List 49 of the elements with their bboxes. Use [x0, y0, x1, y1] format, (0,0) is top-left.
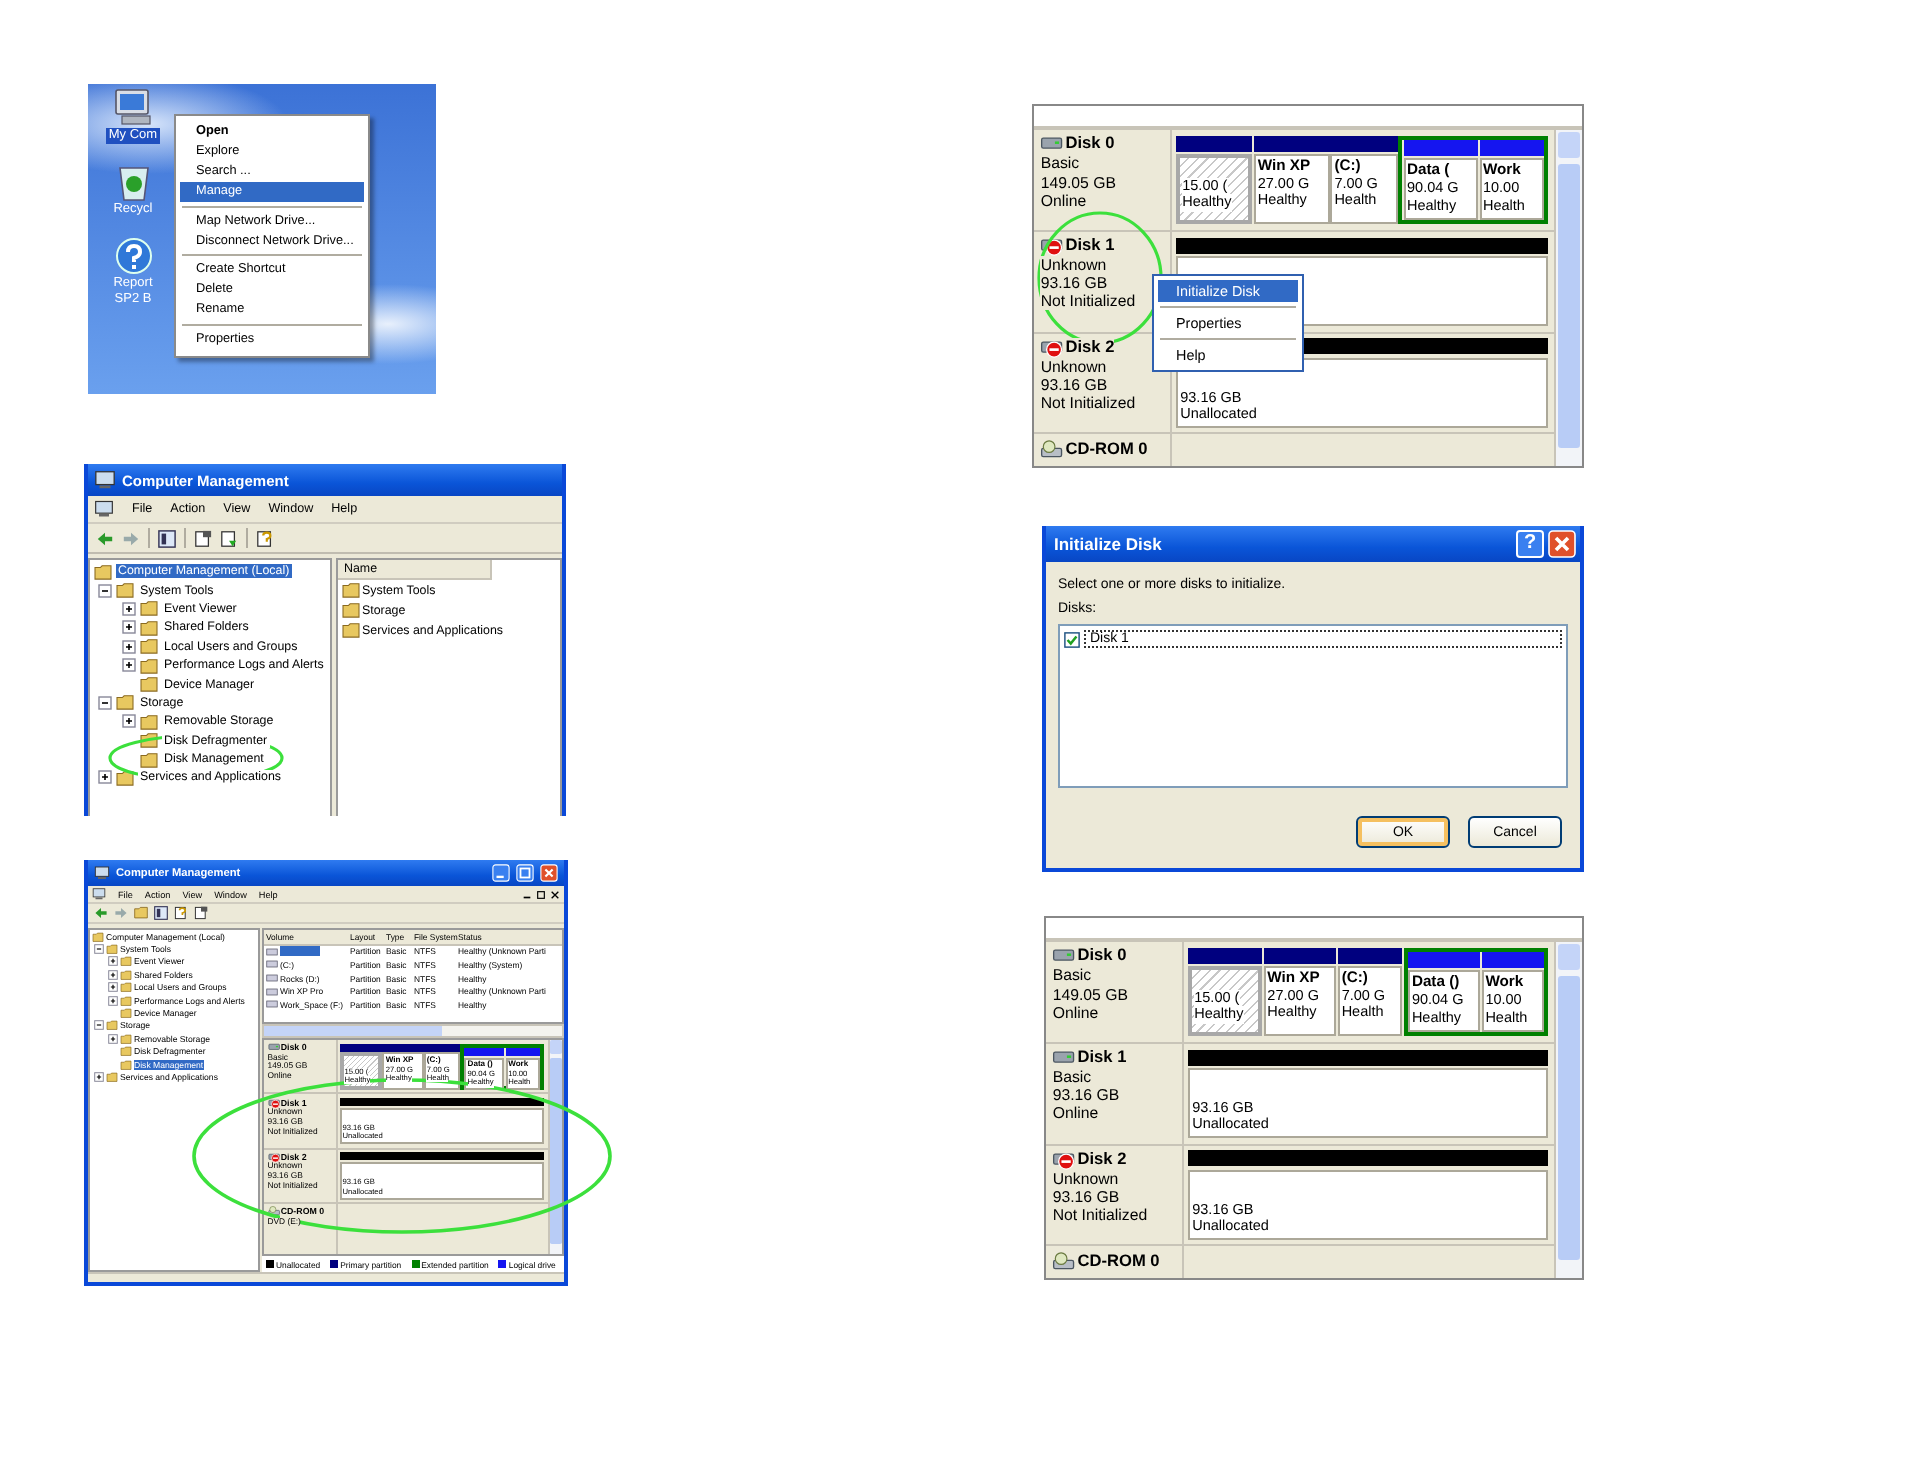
cd-drive-icon: [1052, 1251, 1076, 1272]
maximize-icon[interactable]: [516, 864, 534, 882]
expand-icon[interactable]: [108, 995, 118, 1006]
help-button[interactable]: ?: [1516, 530, 1544, 558]
drive-label[interactable]: CD-ROM 0: [1065, 439, 1148, 460]
disk-label[interactable]: Disk 1: [1077, 1048, 1127, 1069]
pane-toggle-icon[interactable]: [158, 529, 176, 547]
pane-toggle-icon[interactable]: [154, 906, 168, 920]
back-arrow-icon[interactable]: [94, 906, 108, 920]
help-icon[interactable]: [256, 529, 274, 547]
cd-drive-icon: [1040, 439, 1064, 460]
collapse-icon[interactable]: [98, 583, 112, 598]
disk-label[interactable]: Disk 0: [1077, 946, 1127, 967]
expand-icon[interactable]: [122, 639, 136, 654]
cd-drive-icon: [267, 1206, 280, 1218]
dialog-title: Initialize Disk: [1054, 534, 1162, 554]
help-icon[interactable]: [174, 906, 188, 920]
expand-icon[interactable]: [108, 969, 118, 980]
disk-label[interactable]: Disk 1: [1065, 236, 1115, 257]
expand-icon[interactable]: [94, 1071, 104, 1082]
disk-label[interactable]: Disk 2: [1065, 338, 1115, 359]
disk-label[interactable]: Disk 2: [1077, 1150, 1127, 1171]
scrollbar[interactable]: [262, 1024, 564, 1038]
expand-icon[interactable]: [108, 956, 118, 967]
computer-icon: [94, 866, 110, 880]
properties-icon[interactable]: [194, 906, 208, 920]
scrollbar[interactable]: [1553, 942, 1582, 1278]
properties-icon[interactable]: [194, 529, 212, 547]
computer-icon[interactable]: [92, 888, 106, 900]
drive-label[interactable]: CD-ROM 0: [1077, 1251, 1160, 1272]
back-arrow-icon[interactable]: [96, 529, 114, 547]
expand-icon[interactable]: [122, 620, 136, 635]
expand-icon[interactable]: [122, 714, 136, 729]
expand-icon[interactable]: [108, 1033, 118, 1044]
checkbox[interactable]: [1064, 631, 1080, 647]
collapse-icon[interactable]: [98, 695, 112, 710]
close-icon[interactable]: [550, 889, 560, 899]
computer-icon[interactable]: [94, 500, 114, 518]
scrollbar[interactable]: [1553, 130, 1582, 466]
expand-icon[interactable]: [108, 982, 118, 993]
scrollbar[interactable]: [547, 1040, 562, 1254]
selection-highlight[interactable]: [280, 946, 320, 957]
export-list-icon[interactable]: [220, 529, 238, 547]
expand-icon[interactable]: [122, 658, 136, 673]
disk-label[interactable]: Disk 0: [1065, 134, 1115, 155]
restore-icon[interactable]: [536, 889, 546, 899]
computer-icon: [94, 470, 116, 490]
expand-icon[interactable]: [122, 601, 136, 616]
folder-icon[interactable]: [134, 906, 148, 920]
